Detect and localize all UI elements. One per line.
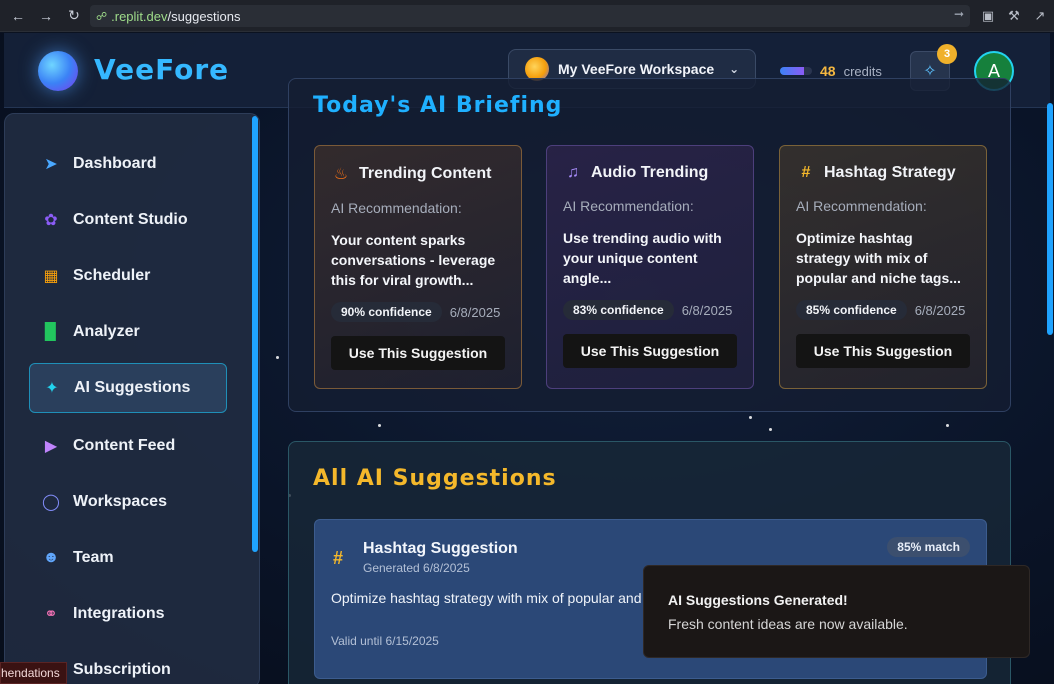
go-icon[interactable]: ➞	[954, 7, 964, 21]
url-domain: .replit.dev	[111, 8, 168, 24]
address-bar[interactable]: ☍ .replit.dev/suggestions ➞	[90, 5, 970, 27]
star-decoration	[276, 356, 279, 359]
toast-notification[interactable]: AI Suggestions Generated! Fresh content …	[643, 565, 1030, 658]
sidebar-item-label: Content Studio	[73, 211, 188, 228]
wrench-icon[interactable]: ⚒	[1004, 6, 1024, 26]
briefing-title: Today's AI Briefing	[313, 93, 563, 118]
toast-message: Fresh content ideas are now available.	[668, 616, 908, 632]
suggestion-card: ♫ Audio Trending AI Recommendation: Use …	[546, 145, 754, 389]
suggestion-generated-date: Generated 6/8/2025	[363, 561, 470, 575]
sidebar-item-content-feed[interactable]: ▶ Content Feed	[29, 421, 227, 471]
card-body: Your content sparks conversations - leve…	[331, 232, 496, 288]
chevron-down-icon: ⌄	[729, 62, 740, 76]
sidebar-item-label: Workspaces	[73, 493, 167, 510]
card-body: Use trending audio with your unique cont…	[563, 230, 722, 286]
bar-chart-icon: ▉	[44, 324, 58, 341]
url-path: /suggestions	[167, 8, 241, 24]
sidebar-item-label: AI Suggestions	[74, 379, 191, 396]
use-suggestion-button[interactable]: Use This Suggestion	[563, 334, 737, 368]
card-date: 6/8/2025	[681, 302, 733, 318]
credits-label: credits	[843, 63, 882, 79]
reload-icon[interactable]: ↻	[60, 0, 88, 32]
brand-name[interactable]: VeeFore	[94, 53, 229, 86]
rocket-icon: ➤	[44, 156, 58, 173]
suggestion-card: # Hashtag Strategy AI Recommendation: Op…	[779, 145, 987, 389]
credits-indicator[interactable]: 48 credits	[780, 63, 882, 79]
sidebar-item-label: Scheduler	[73, 267, 151, 284]
sidebar-scrollbar[interactable]	[252, 116, 258, 552]
notification-count-badge: 3	[937, 44, 957, 64]
card-date: 6/8/2025	[914, 302, 966, 318]
monitor-icon[interactable]: ▣	[978, 6, 998, 26]
link-icon: ☍	[96, 10, 108, 23]
sidebar-item-team[interactable]: ☻ Team	[29, 533, 227, 583]
all-suggestions-title: All AI Suggestions	[313, 466, 557, 491]
suggestion-card: ♨ Trending Content AI Recommendation: Yo…	[314, 145, 522, 389]
link-status-tooltip: hendations	[0, 662, 67, 684]
sidebar-item-scheduler[interactable]: ▦ Scheduler	[29, 251, 227, 301]
confidence-badge: 90% confidence	[331, 302, 442, 322]
toast-title: AI Suggestions Generated!	[668, 592, 848, 608]
brain-icon: ✿	[44, 212, 58, 229]
credits-value: 48	[820, 63, 836, 79]
sidebar-item-ai-suggestions[interactable]: ✦ AI Suggestions	[29, 363, 227, 413]
use-suggestion-button[interactable]: Use This Suggestion	[331, 336, 505, 370]
users-icon: ☻	[42, 549, 60, 566]
browser-toolbar: ← → ↻ ☍ .replit.dev/suggestions ➞ ▣ ⚒ ↗	[0, 0, 1054, 32]
card-subtitle: AI Recommendation:	[563, 198, 694, 214]
sidebar: ➤ Dashboard ✿ Content Studio ▦ Scheduler…	[4, 113, 260, 684]
sidebar-item-dashboard[interactable]: ➤ Dashboard	[29, 139, 227, 189]
credits-bar	[780, 67, 812, 75]
card-body: Optimize hashtag strategy with mix of po…	[796, 230, 961, 286]
play-circle-icon: ▶	[44, 438, 58, 455]
sidebar-item-label: Analyzer	[73, 323, 140, 340]
suggestion-title: Hashtag Suggestion	[363, 540, 518, 557]
hashtag-icon: #	[333, 548, 344, 568]
sidebar-item-label: Integrations	[73, 605, 165, 622]
credits-bar-fill	[780, 67, 804, 75]
sidebar-item-content-studio[interactable]: ✿ Content Studio	[29, 195, 227, 245]
card-subtitle: AI Recommendation:	[796, 198, 927, 214]
sparkles-icon: ✦	[45, 380, 59, 397]
sidebar-item-label: Subscription	[73, 661, 171, 678]
flame-icon: ♨	[333, 166, 349, 183]
use-suggestion-button[interactable]: Use This Suggestion	[796, 334, 970, 368]
confidence-badge: 85% confidence	[796, 300, 907, 320]
confidence-badge: 83% confidence	[563, 300, 674, 320]
calendar-icon: ▦	[43, 268, 59, 285]
card-date: 6/8/2025	[449, 304, 501, 320]
sidebar-item-label: Content Feed	[73, 437, 176, 454]
sidebar-item-label: Team	[73, 549, 114, 566]
suggestion-valid-until: Valid until 6/15/2025	[331, 634, 439, 648]
sidebar-item-analyzer[interactable]: ▉ Analyzer	[29, 307, 227, 357]
forward-icon[interactable]: →	[32, 0, 60, 32]
match-badge: 85% match	[887, 537, 970, 557]
sidebar-item-workspaces[interactable]: ◯ Workspaces	[29, 477, 227, 527]
music-icon: ♫	[567, 164, 579, 181]
card-subtitle: AI Recommendation:	[331, 200, 462, 216]
main-scrollbar[interactable]	[1047, 103, 1053, 335]
back-icon[interactable]: ←	[4, 0, 32, 32]
card-title: Hashtag Strategy	[824, 164, 956, 181]
card-title: Audio Trending	[591, 164, 709, 181]
hashtag-icon: #	[801, 164, 811, 181]
ai-briefing-panel: Today's AI Briefing ♨ Trending Content A…	[288, 78, 1011, 412]
external-link-icon[interactable]: ↗	[1030, 6, 1050, 26]
sidebar-item-label: Dashboard	[73, 155, 157, 172]
workspace-label: My VeeFore Workspace	[558, 61, 715, 77]
card-title: Trending Content	[359, 165, 492, 182]
sidebar-item-integrations[interactable]: ⚭ Integrations	[29, 589, 227, 639]
globe-icon: ◯	[42, 494, 60, 511]
logo-icon	[38, 51, 78, 91]
link-icon: ⚭	[44, 606, 58, 623]
